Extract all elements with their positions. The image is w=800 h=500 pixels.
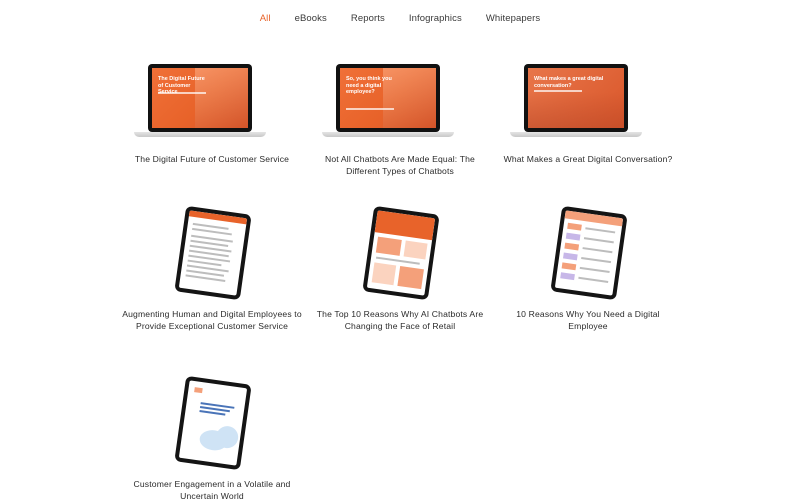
filter-bar: All eBooks Reports Infographics Whitepap…: [0, 0, 800, 36]
resource-card[interactable]: The Top 10 Reasons Why AI Chatbots Are C…: [310, 200, 490, 332]
cover-subline: [346, 108, 394, 110]
cover-image: [554, 210, 624, 296]
cover-text: So, you think you need a digital employe…: [346, 76, 392, 95]
resource-card[interactable]: What makes a great digital conversation?…: [498, 64, 678, 165]
resource-card[interactable]: So, you think you need a digital employe…: [310, 64, 490, 177]
cover-subline: [158, 92, 206, 94]
infographic-block: [567, 222, 582, 231]
laptop-base: [322, 132, 454, 137]
cover-header: [374, 210, 436, 241]
cover-text: What makes a great digital conversation?: [534, 76, 604, 89]
cover-image: [178, 380, 248, 466]
cover-image: [178, 210, 248, 296]
laptop-thumbnail[interactable]: The Digital Future of Customer Service: [122, 64, 302, 184]
resource-card[interactable]: Customer Engagement in a Volatile and Un…: [122, 370, 302, 500]
text-line: [578, 276, 609, 283]
infographic-block: [397, 266, 424, 290]
cover-image: So, you think you need a digital employe…: [340, 68, 436, 128]
filter-tab-infographics[interactable]: Infographics: [397, 13, 474, 24]
resource-card[interactable]: 10 Reasons Why You Need a Digital Employ…: [498, 200, 678, 332]
cover-image: The Digital Future of Customer Service: [152, 68, 248, 128]
text-line: [581, 256, 612, 264]
laptop-screen: The Digital Future of Customer Service: [148, 64, 252, 132]
cover-header: [188, 210, 248, 225]
infographic-block: [564, 242, 580, 251]
filter-tab-reports[interactable]: Reports: [339, 13, 397, 24]
tablet-device: [550, 205, 628, 301]
tablet-device: [174, 375, 252, 471]
text-line: [579, 266, 610, 274]
text-line: [585, 227, 616, 234]
infographic-block: [565, 232, 581, 241]
cover-image: [366, 210, 436, 296]
resource-card[interactable]: The Digital Future of Customer Service T…: [122, 64, 302, 165]
infographic-block: [371, 262, 397, 286]
tablet-device: [362, 205, 440, 301]
cover-image: What makes a great digital conversation?: [528, 68, 624, 128]
infographic-block: [561, 262, 577, 271]
laptop-base: [134, 132, 266, 137]
infographic-block: [403, 240, 428, 260]
laptop-screen: What makes a great digital conversation?: [524, 64, 628, 132]
filter-tab-ebooks[interactable]: eBooks: [283, 13, 339, 24]
infographic-block: [560, 272, 575, 281]
filter-tab-whitepapers[interactable]: Whitepapers: [474, 13, 552, 24]
tablet-thumbnail[interactable]: [498, 200, 678, 320]
tablet-thumbnail[interactable]: [122, 370, 302, 490]
laptop-screen: So, you think you need a digital employe…: [336, 64, 440, 132]
filter-tab-all[interactable]: All: [248, 13, 283, 24]
laptop-thumbnail[interactable]: So, you think you need a digital employe…: [310, 64, 490, 184]
resource-card[interactable]: Augmenting Human and Digital Employees t…: [122, 200, 302, 332]
infographic-block: [375, 236, 402, 256]
tablet-thumbnail[interactable]: [310, 200, 490, 320]
laptop-thumbnail[interactable]: What makes a great digital conversation?: [498, 64, 678, 184]
cover-subline: [534, 90, 582, 92]
text-line: [582, 247, 613, 254]
tablet-device: [174, 205, 252, 301]
text-line: [583, 237, 614, 244]
tablet-thumbnail[interactable]: [122, 200, 302, 320]
logo-mark: [194, 387, 203, 394]
infographic-block: [562, 252, 578, 261]
laptop-base: [510, 132, 642, 137]
